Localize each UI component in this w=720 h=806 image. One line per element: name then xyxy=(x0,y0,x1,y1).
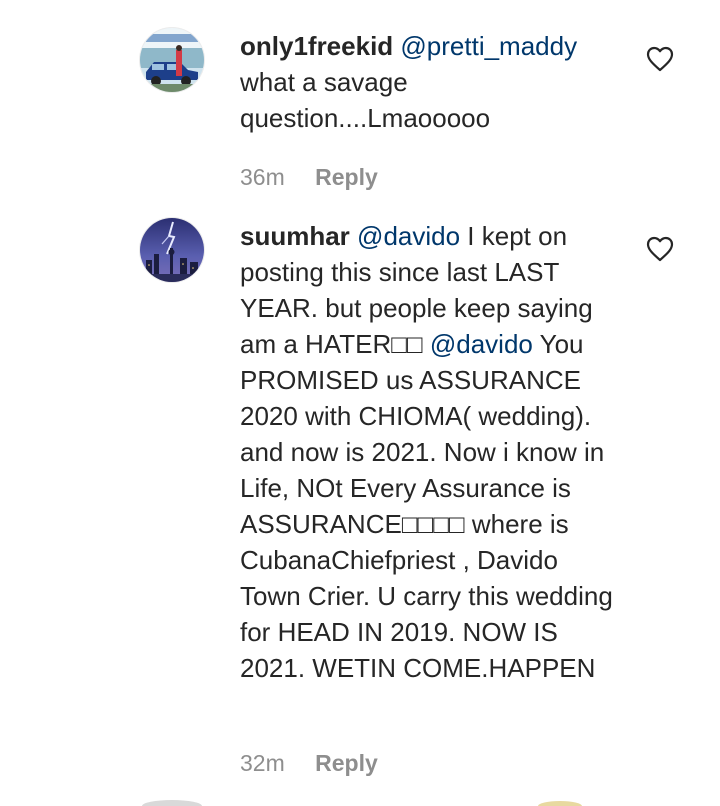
car-photo-avatar-icon xyxy=(140,28,204,92)
reply-button[interactable]: Reply xyxy=(315,164,378,190)
comment-username[interactable]: only1freekid xyxy=(240,31,393,61)
avatar[interactable] xyxy=(140,218,204,282)
comment-body: You PROMISED us ASSURANCE 2020 with CHIO… xyxy=(240,329,613,683)
mention-link[interactable]: @pretti_maddy xyxy=(400,31,577,61)
mention-link[interactable]: @davido xyxy=(357,221,460,251)
comment-username[interactable]: suumhar xyxy=(240,221,350,251)
avatar[interactable] xyxy=(140,28,204,92)
comment-text: only1freekid @pretti_maddy what a savage… xyxy=(240,28,620,136)
scrolled-content-fragment xyxy=(400,0,460,4)
comment-text: suumhar @davido I kept on posting this s… xyxy=(240,218,620,686)
city-lightning-avatar-icon xyxy=(140,218,204,282)
comment-body: what a savage question....Lmaooooo xyxy=(240,67,491,133)
comment-timestamp: 32m xyxy=(240,750,285,776)
mention-link[interactable]: @davido xyxy=(430,329,533,359)
heart-icon[interactable] xyxy=(646,236,674,262)
comment-meta: 36m Reply xyxy=(240,164,378,191)
heart-icon[interactable] xyxy=(646,46,674,72)
comment-meta: 32m Reply xyxy=(240,750,378,777)
scrolled-content-fragment xyxy=(142,800,582,806)
comment-timestamp: 36m xyxy=(240,164,285,190)
reply-button[interactable]: Reply xyxy=(315,750,378,776)
